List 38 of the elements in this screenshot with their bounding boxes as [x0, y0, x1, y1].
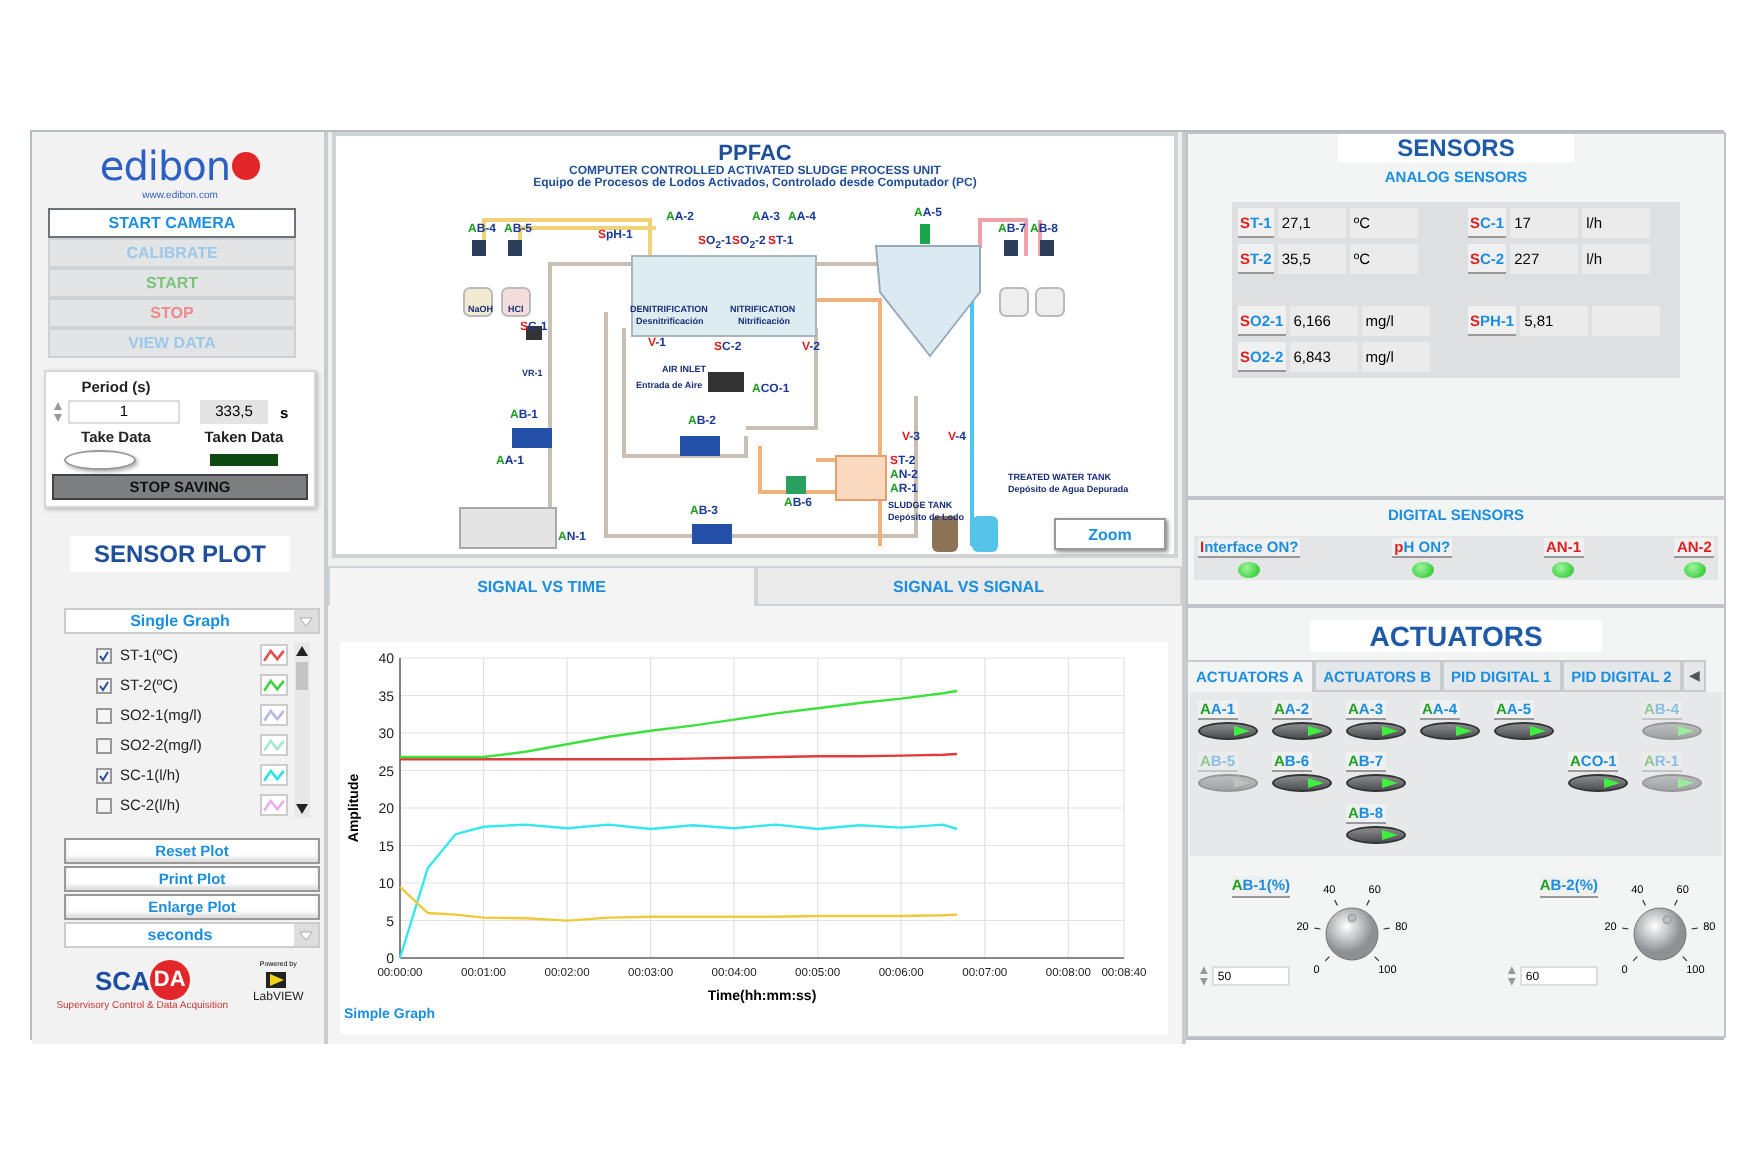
- toggle-switch[interactable]: [1272, 774, 1332, 792]
- toggle-switch[interactable]: [1198, 722, 1258, 740]
- logo-circle-icon: [232, 152, 261, 180]
- plot-tab[interactable]: SIGNAL VS SIGNAL: [755, 566, 1182, 606]
- scada-logo-badge: DA: [149, 960, 190, 1000]
- time-unit-dropdown[interactable]: seconds: [64, 922, 320, 948]
- control-button[interactable]: START CAMERA: [48, 208, 296, 238]
- toggle-switch[interactable]: [1494, 722, 1554, 740]
- line-swatch-icon: [260, 734, 288, 756]
- toggle-switch[interactable]: [1568, 774, 1628, 792]
- diagram-title: PPFAC: [718, 142, 792, 166]
- toggle-switch[interactable]: [1272, 722, 1332, 740]
- signal-checkbox[interactable]: [96, 737, 112, 753]
- signal-checkbox[interactable]: [96, 677, 112, 693]
- graph-mode-dropdown[interactable]: Single Graph: [64, 608, 320, 634]
- scrollbar[interactable]: [294, 642, 310, 818]
- line-swatch-icon: [260, 644, 288, 666]
- line-swatch-icon: [260, 764, 288, 786]
- toggle-switch[interactable]: [1346, 826, 1406, 844]
- toggle-switch[interactable]: [1420, 722, 1480, 740]
- signal-checkbox[interactable]: [96, 707, 112, 723]
- zoom-button[interactable]: Zoom: [1054, 518, 1166, 550]
- signal-checkbox[interactable]: [96, 767, 112, 783]
- scada-logo-text: SCA: [94, 965, 150, 995]
- line-swatch-icon: [260, 704, 288, 726]
- plot-tab[interactable]: SIGNAL VS TIME: [328, 566, 755, 606]
- panel-title: SENSORS: [1337, 134, 1575, 162]
- line-swatch-icon: [260, 794, 288, 816]
- panel-title: SENSOR PLOT: [69, 536, 290, 572]
- toggle-switch[interactable]: [1346, 722, 1406, 740]
- panel-title: ACTUATORS: [1309, 620, 1603, 652]
- spinner-icon[interactable]: [52, 400, 64, 424]
- brand-logo: edibon: [99, 142, 231, 190]
- line-swatch-icon: [260, 674, 288, 696]
- take-data-toggle[interactable]: [64, 450, 136, 470]
- toggle-switch[interactable]: [1346, 774, 1406, 792]
- signal-checkbox[interactable]: [96, 647, 112, 663]
- signal-checkbox[interactable]: [96, 797, 112, 813]
